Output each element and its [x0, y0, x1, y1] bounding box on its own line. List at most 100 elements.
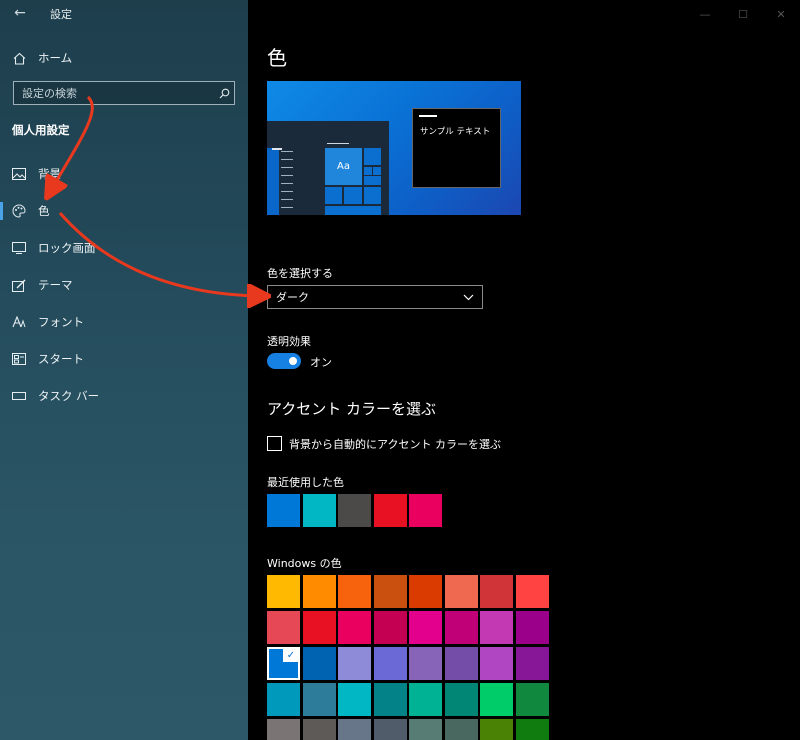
settings-sidebar: ← 設定 ホーム 個人用設定 背景 色 ロック画面 — [0, 0, 248, 740]
windows-color-swatch[interactable] — [444, 647, 478, 680]
preview-tile — [373, 167, 381, 175]
windows-color-swatch[interactable] — [302, 611, 336, 644]
back-button[interactable]: ← — [10, 4, 30, 22]
windows-color-swatch[interactable] — [338, 719, 371, 740]
sidebar-item-fonts[interactable]: フォント — [0, 307, 248, 337]
preview-line — [281, 151, 293, 152]
font-icon — [12, 315, 26, 329]
windows-color-swatch[interactable] — [373, 719, 407, 740]
windows-color-swatch[interactable] — [373, 683, 407, 716]
windows-color-swatch[interactable] — [302, 719, 336, 740]
sidebar-item-background[interactable]: 背景 — [0, 159, 248, 189]
windows-color-swatch[interactable] — [267, 611, 300, 644]
recent-color-swatch[interactable] — [338, 494, 371, 527]
windows-color-swatch[interactable] — [267, 719, 300, 740]
preview-tile — [364, 167, 372, 175]
windows-color-swatch[interactable] — [409, 575, 442, 608]
sidebar-item-lock-screen[interactable]: ロック画面 — [0, 233, 248, 263]
sidebar-item-label: ロック画面 — [38, 241, 96, 255]
sidebar-item-themes[interactable]: テーマ — [0, 270, 248, 300]
windows-color-swatch[interactable] — [338, 575, 371, 608]
sidebar-item-label: スタート — [38, 352, 84, 366]
windows-color-swatch[interactable] — [373, 611, 407, 644]
windows-color-swatch[interactable] — [515, 647, 549, 680]
windows-color-swatch[interactable] — [515, 683, 549, 716]
sidebar-item-taskbar[interactable]: タスク バー — [0, 381, 248, 411]
minimize-button[interactable]: — — [686, 0, 724, 28]
preview-line — [281, 159, 293, 160]
windows-color-swatch[interactable] — [515, 575, 549, 608]
windows-color-swatch[interactable] — [444, 683, 478, 716]
palette-icon — [12, 204, 26, 218]
sidebar-item-label: 色 — [38, 204, 50, 218]
windows-color-swatch[interactable] — [373, 647, 407, 680]
windows-color-swatch[interactable] — [515, 719, 549, 740]
windows-color-swatch[interactable] — [338, 647, 371, 680]
accent-heading: アクセント カラーを選ぶ — [267, 400, 437, 418]
preview-tile — [325, 206, 381, 215]
sidebar-item-label: テーマ — [38, 278, 73, 292]
close-button[interactable]: ✕ — [762, 0, 800, 28]
recent-colors-label: 最近使用した色 — [267, 476, 344, 489]
maximize-button[interactable]: ☐ — [724, 0, 762, 28]
theme-preview: Aa サンプル テキスト — [267, 81, 521, 215]
windows-color-swatch[interactable] — [302, 683, 336, 716]
sidebar-item-colors[interactable]: 色 — [0, 196, 248, 226]
windows-color-swatch[interactable] — [480, 575, 513, 608]
choose-color-label: 色を選択する — [267, 267, 333, 280]
recent-color-swatch[interactable] — [373, 494, 407, 527]
auto-accent-checkbox[interactable] — [267, 436, 282, 451]
windows-color-swatch[interactable] — [480, 647, 513, 680]
preview-window: サンプル テキスト — [412, 108, 501, 188]
preview-line — [281, 207, 293, 208]
settings-search-box[interactable] — [13, 81, 235, 105]
transparency-toggle[interactable] — [267, 353, 301, 369]
window-controls: — ☐ ✕ — [686, 0, 800, 28]
auto-accent-label[interactable]: 背景から自動的にアクセント カラーを選ぶ — [289, 436, 501, 452]
windows-color-swatch[interactable] — [409, 647, 442, 680]
windows-color-swatch[interactable] — [338, 683, 371, 716]
windows-color-swatch[interactable] — [409, 611, 442, 644]
home-label: ホーム — [38, 51, 73, 65]
theme-icon — [12, 278, 26, 292]
preview-tile — [344, 187, 362, 204]
windows-colors-label: Windows の色 — [267, 557, 342, 570]
windows-color-swatch[interactable] — [515, 611, 549, 644]
page-title: 色 — [267, 46, 287, 70]
recent-color-swatch[interactable] — [302, 494, 336, 527]
search-input[interactable] — [22, 86, 214, 100]
lock-screen-icon — [12, 241, 26, 255]
windows-color-swatch[interactable] — [267, 575, 300, 608]
windows-color-swatch[interactable] — [302, 647, 336, 680]
sidebar-item-label: フォント — [38, 315, 84, 329]
preview-line — [281, 175, 293, 176]
sidebar-item-start[interactable]: スタート — [0, 344, 248, 374]
recent-color-swatch[interactable] — [409, 494, 442, 527]
checkmark-icon: ✓ — [283, 648, 299, 662]
toggle-knob — [289, 357, 297, 365]
windows-color-swatch[interactable] — [302, 575, 336, 608]
windows-color-swatch[interactable] — [409, 719, 442, 740]
preview-tile — [364, 187, 381, 204]
windows-color-swatch[interactable] — [373, 575, 407, 608]
windows-color-swatch[interactable] — [444, 575, 478, 608]
windows-color-swatch[interactable] — [444, 611, 478, 644]
choose-color-dropdown[interactable]: ダーク — [267, 285, 483, 309]
chevron-down-icon — [463, 291, 474, 304]
windows-color-swatch[interactable] — [480, 683, 513, 716]
search-icon[interactable] — [214, 83, 234, 103]
windows-color-swatch[interactable] — [480, 611, 513, 644]
windows-color-swatch[interactable]: ✓ — [267, 647, 300, 680]
windows-color-swatch[interactable] — [267, 683, 300, 716]
windows-color-swatch[interactable] — [480, 719, 513, 740]
preview-line — [281, 199, 293, 200]
windows-color-swatch[interactable] — [338, 611, 371, 644]
preview-tile: Aa — [325, 148, 362, 185]
preview-sample-text: サンプル テキスト — [420, 127, 491, 137]
windows-color-swatch[interactable] — [444, 719, 478, 740]
windows-color-swatch[interactable] — [409, 683, 442, 716]
colors-page: — ☐ ✕ 色 Aa サンプル テキスト 色を選択する ダーク 透明効果 オン … — [248, 0, 800, 740]
preview-tile — [364, 148, 381, 165]
recent-color-swatch[interactable] — [267, 494, 300, 527]
home-nav-item[interactable]: ホーム — [12, 47, 232, 69]
